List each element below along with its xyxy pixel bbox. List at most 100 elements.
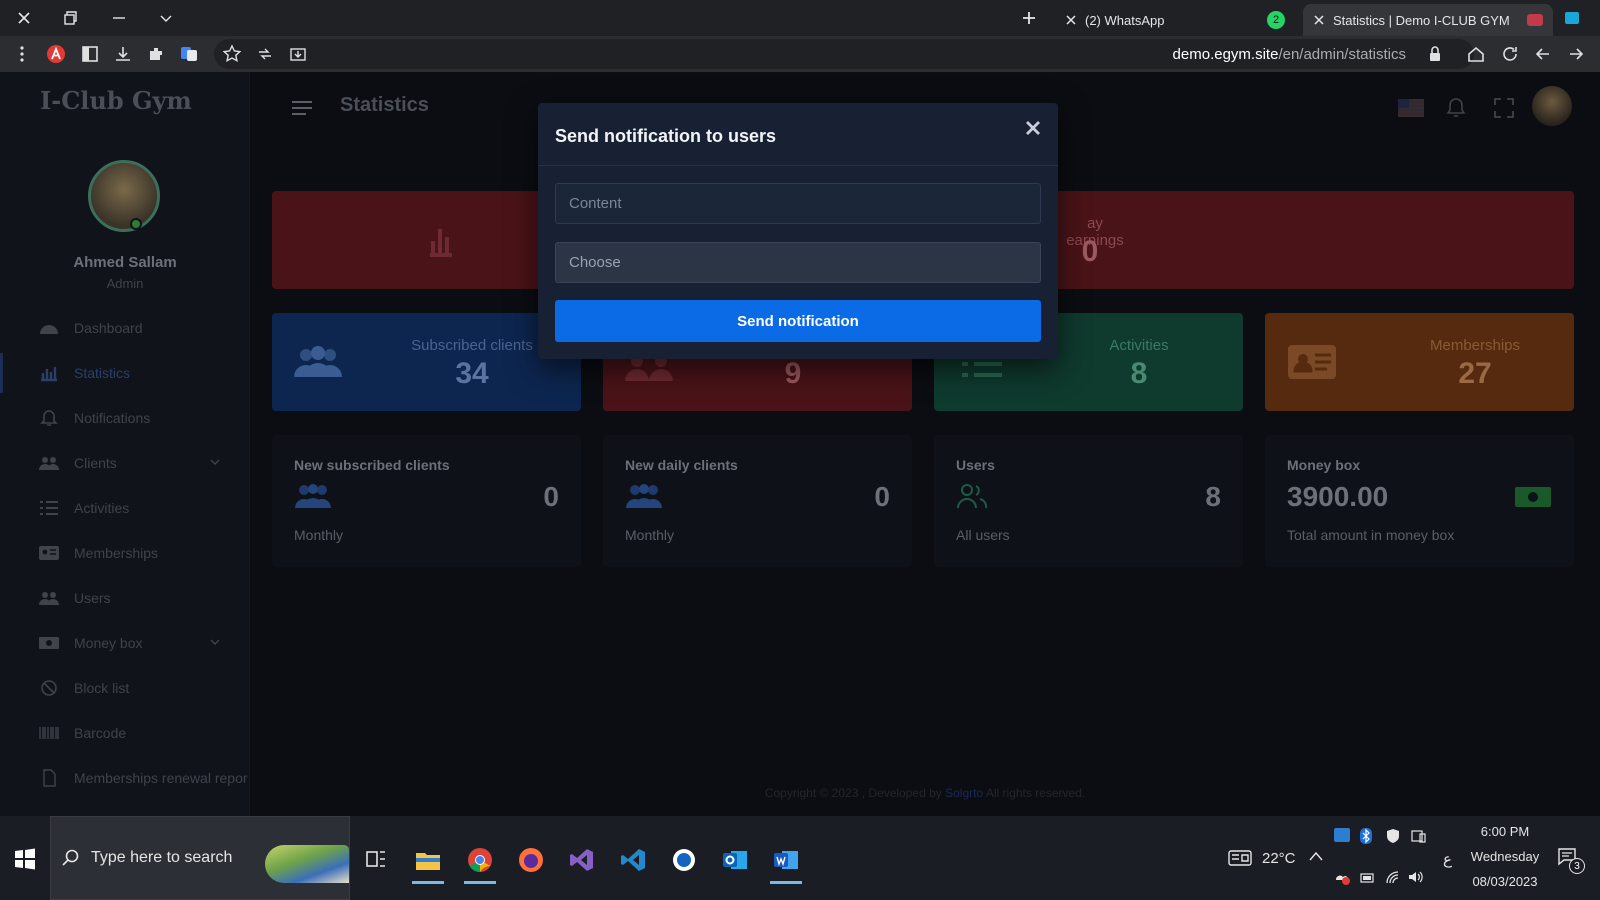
whatsapp-badge-icon: 2	[1267, 11, 1285, 29]
home-icon[interactable]	[1466, 44, 1486, 64]
install-app-icon[interactable]	[288, 44, 308, 64]
sidebar-item-dashboard[interactable]: Dashboard	[0, 308, 250, 348]
reload-icon[interactable]	[1500, 44, 1520, 64]
translate-icon[interactable]	[179, 44, 199, 64]
sidebar-item-activities[interactable]: Activities	[0, 488, 250, 528]
footer-text: Copyright © 2023 , Developed by	[764, 786, 942, 800]
send-notification-button[interactable]: Send notification	[555, 300, 1041, 342]
fullscreen-icon[interactable]	[1492, 96, 1516, 120]
windows-start-icon[interactable]	[14, 848, 36, 870]
word-icon[interactable]	[766, 840, 806, 884]
vscode-icon[interactable]	[613, 840, 653, 880]
weather-news-icon[interactable]	[1228, 849, 1252, 867]
sidebar-item-money-box[interactable]: Money box	[0, 623, 250, 663]
task-view-icon[interactable]	[365, 848, 387, 870]
sidebar-item-renewal-report[interactable]: Memberships renewal repor	[0, 758, 250, 798]
minimize-window-icon[interactable]	[108, 7, 130, 29]
phone-link-icon[interactable]	[1410, 828, 1426, 844]
user-group-icon	[957, 484, 988, 509]
address-bar: demo.egym.site/en/admin/statistics	[0, 36, 1600, 72]
clock-date[interactable]: 08/03/2023	[1464, 874, 1546, 889]
users-icon	[294, 346, 342, 377]
clock-time[interactable]: 6:00 PM	[1470, 824, 1540, 839]
tab-whatsapp[interactable]: (2) WhatsApp 2	[1055, 4, 1295, 36]
subscribed-clients-card[interactable]: Subscribed clients 34	[272, 313, 581, 411]
sidebar-item-notifications[interactable]: Notifications	[0, 398, 250, 438]
onedrive-error-icon[interactable]	[1333, 870, 1351, 886]
visual-studio-icon[interactable]	[562, 840, 602, 880]
url-text[interactable]: demo.egym.site/en/admin/statistics	[1173, 46, 1406, 63]
sidebar-item-label: Block list	[74, 680, 130, 696]
tab-list-chevron-icon[interactable]	[155, 7, 177, 29]
browser-extension-icon[interactable]	[1565, 12, 1579, 24]
adblock-icon[interactable]	[46, 44, 66, 64]
security-shield-icon[interactable]	[1385, 828, 1401, 844]
user-select[interactable]: Choose	[555, 242, 1041, 283]
footer-developer-link[interactable]: Solgrto	[945, 786, 983, 800]
close-icon[interactable]	[1024, 119, 1042, 137]
file-explorer-icon[interactable]	[408, 840, 448, 884]
hamburger-menu-icon[interactable]	[290, 98, 314, 118]
close-tab-icon[interactable]	[1065, 14, 1077, 26]
sidebar-avatar	[88, 160, 160, 232]
extensions-icon[interactable]	[146, 44, 166, 64]
content-input[interactable]	[555, 183, 1041, 224]
tab-title: Statistics | Demo I-CLUB GYM	[1333, 12, 1510, 28]
bluetooth-icon[interactable]	[1360, 828, 1372, 844]
dashboard-icon	[40, 325, 58, 334]
chrome-icon[interactable]	[460, 840, 500, 884]
new-daily-clients-card: New daily clients 0 Monthly	[603, 435, 912, 567]
memberships-card[interactable]: Memberships 27	[1265, 313, 1574, 411]
id-card-icon	[39, 546, 59, 560]
volume-icon[interactable]	[1408, 870, 1424, 884]
sidebar-item-label: Memberships renewal repor	[74, 770, 248, 786]
wifi-icon[interactable]	[1385, 870, 1401, 884]
sidebar-item-label: Activities	[74, 500, 130, 516]
user-group-icon	[39, 592, 59, 605]
id-card-icon	[1288, 345, 1336, 379]
sidebar-item-block-list[interactable]: Block list	[0, 668, 250, 708]
users-icon	[295, 484, 331, 508]
sidebar-item-clients[interactable]: Clients	[0, 443, 250, 483]
weather-temperature[interactable]: 22°C	[1262, 850, 1296, 867]
restore-window-icon[interactable]	[59, 7, 81, 29]
header-avatar[interactable]	[1532, 86, 1572, 126]
lock-icon[interactable]	[1428, 44, 1442, 64]
battery-icon[interactable]	[1360, 872, 1376, 884]
users-icon	[626, 484, 662, 508]
chevron-up-icon[interactable]	[1309, 851, 1323, 861]
chevron-down-icon	[210, 459, 220, 465]
tray-app-icon[interactable]	[1334, 828, 1350, 842]
taskbar-search[interactable]: Type here to search	[50, 816, 350, 900]
sidebar-icon[interactable]	[80, 44, 100, 64]
new-tab-icon[interactable]	[1018, 7, 1040, 29]
clock-day[interactable]: Wednesday	[1462, 849, 1548, 864]
menu-dots-icon[interactable]	[12, 44, 32, 64]
firefox-icon[interactable]	[511, 840, 551, 880]
bookmark-star-icon[interactable]	[222, 44, 242, 64]
sidebar-item-memberships[interactable]: Memberships	[0, 533, 250, 573]
sidebar: I-Club Gym Ahmed Sallam Admin Dashboard …	[0, 72, 250, 816]
download-icon[interactable]	[113, 44, 133, 64]
brand-logo[interactable]: I-Club Gym	[40, 86, 192, 115]
block-icon	[41, 680, 57, 696]
app-w-icon[interactable]	[664, 840, 704, 880]
share-icon[interactable]	[255, 44, 275, 64]
notification-bell-icon[interactable]	[1444, 96, 1468, 120]
keyboard-language[interactable]: ع	[1443, 850, 1452, 868]
sidebar-item-barcode[interactable]: Barcode	[0, 713, 250, 753]
footer-rights: All rights reserved.	[983, 786, 1086, 800]
close-tab-icon[interactable]	[1313, 14, 1325, 26]
back-arrow-icon[interactable]	[1533, 44, 1553, 64]
page-title: Statistics	[340, 94, 429, 116]
site-favicon-icon	[1527, 14, 1543, 26]
sidebar-item-users[interactable]: Users	[0, 578, 250, 618]
tab-statistics[interactable]: Statistics | Demo I-CLUB GYM	[1303, 4, 1553, 36]
forward-arrow-icon[interactable]	[1566, 44, 1586, 64]
sidebar-item-statistics[interactable]: Statistics	[0, 353, 250, 393]
stat-subtitle: Monthly	[625, 527, 675, 543]
close-window-icon[interactable]	[13, 7, 35, 29]
stat-title: Money box	[1287, 457, 1361, 473]
outlook-icon[interactable]	[715, 840, 755, 880]
us-flag-icon[interactable]	[1398, 96, 1424, 120]
